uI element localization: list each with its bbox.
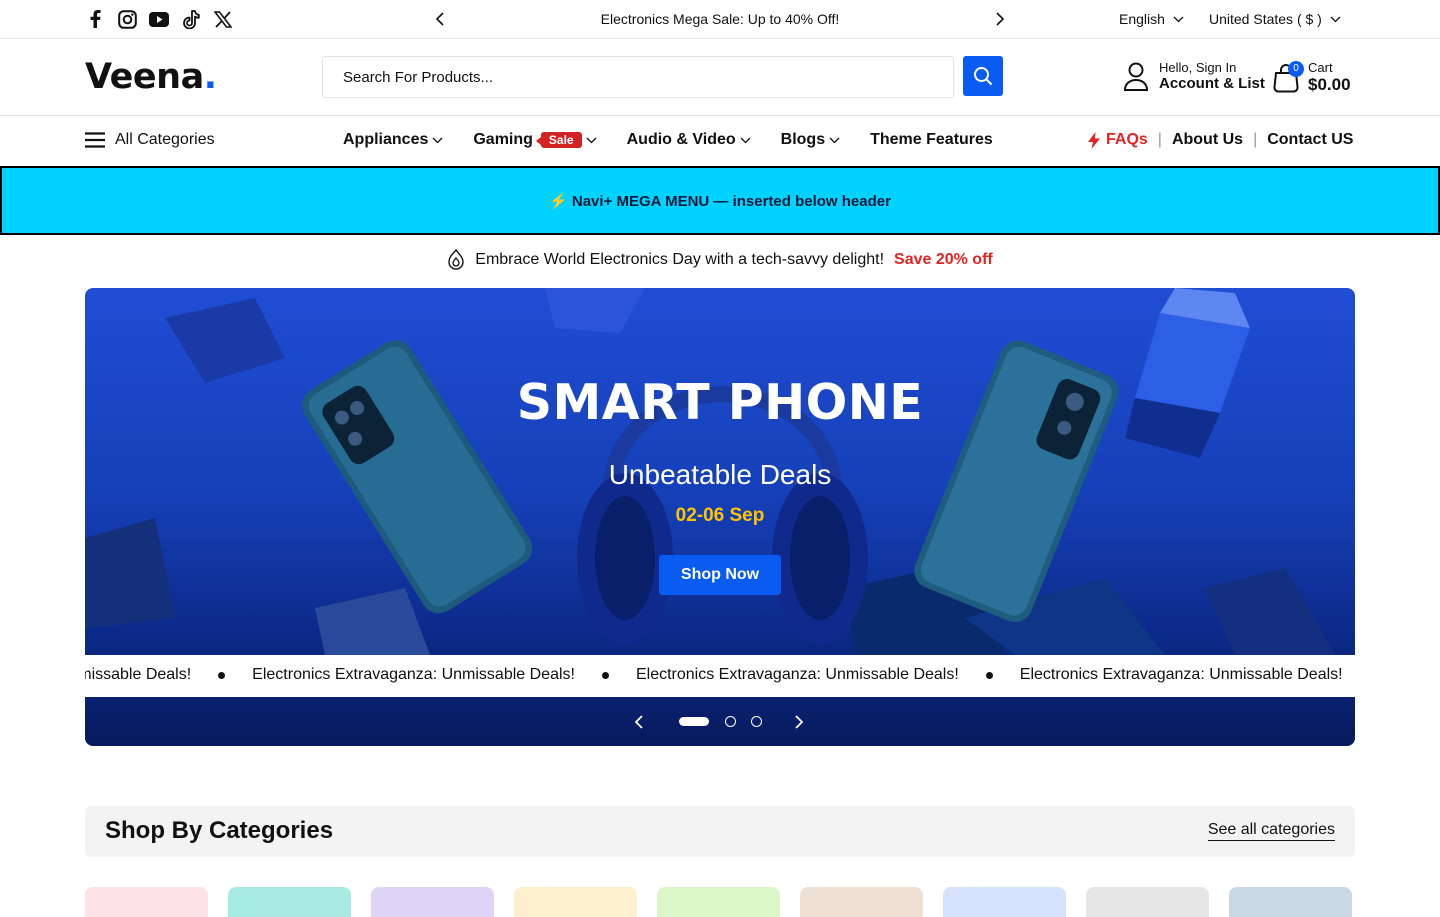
cart-total: $0.00: [1308, 75, 1351, 94]
search-input[interactable]: [322, 56, 954, 98]
marquee-track: za: Unmissable Deals! Electronics Extrav…: [85, 666, 1343, 684]
facebook-icon[interactable]: [85, 9, 105, 29]
faqs-link[interactable]: FAQs: [1088, 131, 1148, 149]
category-tile[interactable]: [1086, 887, 1209, 917]
shop-now-button[interactable]: Shop Now: [659, 555, 781, 595]
nav-item-gaming[interactable]: Gaming Sale: [473, 131, 597, 149]
utility-nav: FAQs | About Us | Contact US: [1088, 131, 1353, 149]
nav-item-label: Theme Features: [870, 131, 993, 148]
chevron-down-icon: [829, 137, 840, 143]
chevron-down-icon: [432, 137, 443, 143]
hero-slider: SMART PHONE Unbeatable Deals 02-06 Sep S…: [85, 288, 1355, 746]
chevron-right-icon: [795, 715, 804, 729]
category-tile[interactable]: [800, 887, 923, 917]
all-categories-button[interactable]: All Categories: [85, 131, 215, 149]
language-selector[interactable]: English: [1119, 11, 1184, 27]
promo-bar: Embrace World Electronics Day with a tec…: [0, 249, 1440, 270]
hero-date: 02-06 Sep: [675, 505, 765, 526]
cart-count-badge: 0: [1288, 60, 1304, 77]
marquee-item: za: Unmissable Deals!: [85, 666, 192, 683]
mega-menu-banner: ⚡ Navi+ MEGA MENU — inserted below heade…: [0, 166, 1440, 235]
nav-item-label: Gaming: [473, 131, 533, 148]
instagram-icon[interactable]: [117, 9, 137, 29]
slider-controls: [85, 697, 1355, 746]
chevron-down-icon: [1330, 16, 1341, 22]
marquee-item: Electronics Extravaganza: Unmissable Dea…: [252, 666, 575, 683]
marquee-item: Electronics Extravaganza: Unmissable Dea…: [1019, 666, 1343, 683]
slider-next-button[interactable]: [790, 713, 808, 731]
nav-item-label: Blogs: [780, 131, 826, 148]
logo[interactable]: Veena.: [85, 57, 217, 97]
nav-item-theme-features[interactable]: Theme Features: [870, 131, 993, 149]
social-links: [85, 9, 233, 29]
about-us-link[interactable]: About Us: [1172, 131, 1243, 149]
nav-menu: Appliances Gaming Sale Audio & Video Blo…: [343, 131, 1023, 149]
sale-badge: Sale: [535, 132, 582, 148]
nav-item-appliances[interactable]: Appliances: [343, 131, 443, 149]
logo-text: Veena: [85, 57, 204, 97]
category-tile[interactable]: [85, 887, 208, 917]
category-tile[interactable]: [1229, 887, 1352, 917]
category-tile[interactable]: [514, 887, 637, 917]
slider-dot[interactable]: [725, 716, 736, 727]
all-categories-label: All Categories: [115, 131, 215, 148]
hamburger-icon: [85, 132, 105, 148]
marquee-dot: [218, 671, 226, 679]
top-bar: Electronics Mega Sale: Up to 40% Off! En…: [0, 0, 1440, 39]
hero-subtitle: Unbeatable Deals: [608, 459, 832, 490]
category-tile[interactable]: [657, 887, 780, 917]
chevron-down-icon: [740, 137, 751, 143]
nav-item-blogs[interactable]: Blogs: [781, 131, 840, 149]
contact-us-link[interactable]: Contact US: [1267, 131, 1353, 149]
chevron-down-icon: [586, 137, 597, 143]
cart-link[interactable]: 0 Cart $0.00: [1272, 60, 1351, 95]
announcement-next-button[interactable]: [990, 9, 1010, 29]
category-tile[interactable]: [371, 887, 494, 917]
cart-label: Cart: [1308, 60, 1333, 75]
account-label: Account & List: [1159, 75, 1265, 92]
marquee-strip: za: Unmissable Deals! Electronics Extrav…: [85, 655, 1355, 697]
hero-title: SMART PHONE: [516, 374, 924, 431]
marquee-item: Electronics Extravaganza: Unmissable Dea…: [635, 666, 959, 683]
categories-header: Shop By Categories See all categories: [85, 806, 1355, 857]
slider-dot-active[interactable]: [679, 717, 709, 726]
main-header: Veena. Hello, Sign In Account & List 0 C…: [0, 39, 1440, 116]
main-navigation: All Categories Appliances Gaming Sale Au…: [0, 116, 1440, 166]
category-tiles: [85, 887, 1352, 917]
promo-highlight[interactable]: Save 20% off: [894, 251, 993, 269]
slider-prev-button[interactable]: [630, 713, 648, 731]
nav-separator: |: [1253, 131, 1258, 148]
country-label: United States ( $ ): [1209, 11, 1322, 27]
promo-text: Embrace World Electronics Day with a tec…: [475, 250, 885, 268]
category-tile[interactable]: [228, 887, 351, 917]
chevron-left-icon: [634, 715, 643, 729]
language-label: English: [1119, 11, 1165, 27]
category-tile[interactable]: [943, 887, 1066, 917]
flame-icon: [448, 249, 464, 270]
nav-item-audio-video[interactable]: Audio & Video: [627, 131, 751, 149]
nav-item-label: Appliances: [343, 131, 429, 148]
marquee-dot: [985, 671, 993, 679]
logo-dot: .: [203, 57, 217, 97]
announcement-prev-button[interactable]: [430, 9, 450, 29]
nav-item-label: Audio & Video: [626, 131, 736, 148]
lightning-icon: [1088, 131, 1100, 149]
faqs-label: FAQs: [1106, 131, 1148, 148]
announcement-text: Electronics Mega Sale: Up to 40% Off!: [600, 11, 840, 27]
x-icon[interactable]: [213, 9, 233, 29]
chevron-down-icon: [1173, 16, 1184, 22]
categories-title: Shop By Categories: [105, 817, 334, 844]
account-link[interactable]: Hello, Sign In Account & List: [1123, 60, 1265, 92]
country-selector[interactable]: United States ( $ ): [1209, 11, 1341, 27]
tiktok-icon[interactable]: [181, 9, 201, 29]
search-icon: [974, 67, 993, 86]
user-icon: [1123, 62, 1149, 91]
see-all-categories-link[interactable]: See all categories: [1207, 821, 1335, 841]
slider-dot[interactable]: [751, 716, 762, 727]
account-greeting: Hello, Sign In: [1159, 60, 1237, 75]
youtube-icon[interactable]: [149, 9, 169, 29]
marquee-dot: [601, 671, 609, 679]
search-button[interactable]: [963, 56, 1003, 96]
nav-separator: |: [1157, 131, 1162, 148]
